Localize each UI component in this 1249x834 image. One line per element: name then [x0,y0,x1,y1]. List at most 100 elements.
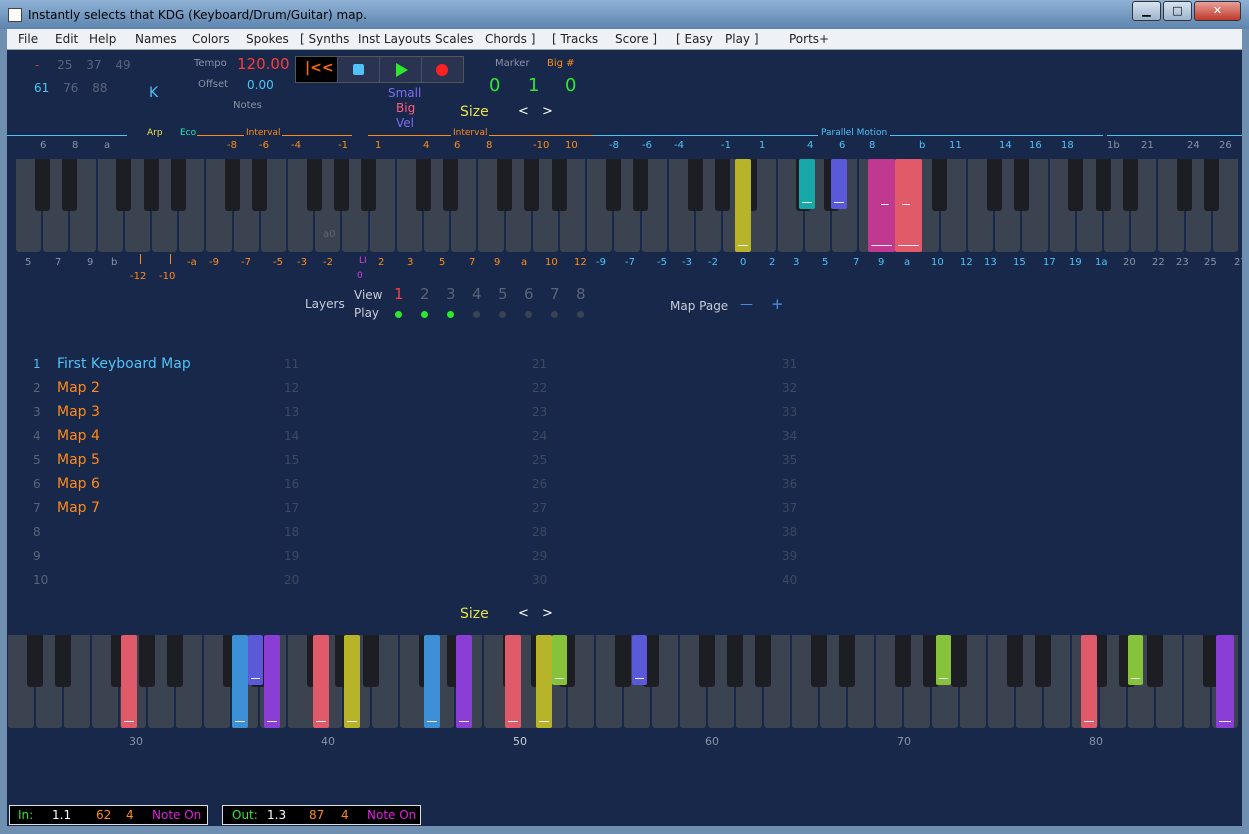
black-key[interactable] [1035,635,1051,687]
layer-play-indicator-4[interactable] [473,311,480,318]
map-number[interactable]: 24 [532,429,547,443]
layer-view-8[interactable]: 8 [576,285,586,303]
menu-item-score[interactable]: Score ] [615,32,657,46]
layer-play-indicator-1[interactable] [395,311,402,318]
map-number[interactable]: 17 [284,501,299,515]
size-small[interactable]: Small [388,86,421,100]
map-number[interactable]: 6 [33,477,41,491]
highlighted-key[interactable] [1128,635,1143,685]
highlighted-key[interactable] [121,635,137,728]
highlighted-key[interactable] [735,159,751,252]
black-key[interactable] [1177,159,1193,211]
highlighted-key[interactable] [936,635,951,685]
map-name[interactable]: Map 5 [57,452,100,468]
layer-view-3[interactable]: 3 [446,285,456,303]
map-number[interactable]: 34 [782,429,797,443]
black-key[interactable] [1147,635,1163,687]
black-key[interactable] [755,635,771,687]
map-number[interactable]: 26 [532,477,547,491]
lower-size-next[interactable]: > [542,606,553,621]
eco-label[interactable]: Eco [180,128,196,138]
highlighted-key[interactable] [505,635,521,728]
rewind-button[interactable]: |<< [296,57,338,82]
highlighted-key[interactable] [1081,635,1097,728]
black-key[interactable] [932,159,948,211]
map-number[interactable]: 37 [782,501,797,515]
highlighted-key[interactable] [536,635,552,728]
maximize-button[interactable]: □ [1163,1,1192,21]
menu-item-instlayouts[interactable]: Inst Layouts [358,32,431,46]
map-number[interactable]: 9 [33,549,41,563]
map-number[interactable]: 32 [782,381,797,395]
layer-view-1[interactable]: 1 [394,285,404,303]
size-big[interactable]: Big [396,101,415,115]
map-number[interactable]: 21 [532,357,547,371]
map-number[interactable]: 15 [284,453,299,467]
black-key[interactable] [524,159,540,211]
tempo-value[interactable]: 120.00 [237,55,290,73]
stop-button[interactable] [338,57,380,82]
size-vel[interactable]: Vel [396,116,414,130]
range-76[interactable]: 76 [63,81,78,95]
black-key[interactable] [139,635,155,687]
black-key[interactable] [951,635,967,687]
map-number[interactable]: 8 [33,525,41,539]
black-key[interactable] [167,635,183,687]
map-number[interactable]: 40 [782,573,797,587]
black-key[interactable] [714,159,730,211]
map-number[interactable]: 1 [33,357,41,371]
black-key[interactable] [1204,159,1220,211]
layer-view-6[interactable]: 6 [524,285,534,303]
map-number[interactable]: 36 [782,477,797,491]
map-number[interactable]: 25 [532,453,547,467]
map-page-plus[interactable]: + [771,295,784,313]
range-88[interactable]: 88 [92,81,107,95]
map-name[interactable]: Map 7 [57,500,100,516]
highlighted-key[interactable] [632,635,647,685]
record-button[interactable] [422,57,463,82]
layer-play-indicator-5[interactable] [499,311,506,318]
map-number[interactable]: 29 [532,549,547,563]
black-key[interactable] [633,159,649,211]
menu-item-ports+[interactable]: Ports+ [789,32,829,46]
range-61[interactable]: 61 [34,81,49,95]
marker-value-3[interactable]: 0 [565,75,576,96]
map-number[interactable]: 31 [782,357,797,371]
minimize-button[interactable]: ▁ [1132,1,1161,21]
black-key[interactable] [497,159,513,211]
highlighted-key[interactable] [313,635,329,728]
map-name[interactable]: Map 3 [57,404,100,420]
lower-keyboard[interactable] [8,635,1238,728]
black-key[interactable] [615,635,631,687]
offset-value[interactable]: 0.00 [247,78,274,92]
play-button[interactable] [380,57,422,82]
menu-item-names[interactable]: Names [135,32,177,46]
marker-value-2[interactable]: 1 [528,75,539,96]
marker-value-1[interactable]: 0 [489,75,500,96]
map-number[interactable]: 4 [33,429,41,443]
highlighted-key[interactable] [248,635,263,685]
layer-view-5[interactable]: 5 [498,285,508,303]
close-button[interactable]: ✕ [1194,1,1241,21]
map-number[interactable]: 33 [782,405,797,419]
black-key[interactable] [61,159,77,211]
black-key[interactable] [811,635,827,687]
highlighted-key[interactable] [232,635,248,728]
layer-play-indicator-2[interactable] [421,311,428,318]
black-key[interactable] [839,635,855,687]
layer-view-7[interactable]: 7 [550,285,560,303]
map-number[interactable]: 11 [284,357,299,371]
black-key[interactable] [1068,159,1084,211]
map-number[interactable]: 10 [33,573,48,587]
map-number[interactable]: 30 [532,573,547,587]
menu-item-easy[interactable]: [ Easy [676,32,713,46]
menu-item-synths[interactable]: [ Synths [300,32,349,46]
map-number[interactable]: 22 [532,381,547,395]
map-number[interactable]: 18 [284,525,299,539]
arp-label[interactable]: Arp [147,128,163,138]
highlighted-key[interactable] [799,159,815,209]
map-number[interactable]: 5 [33,453,41,467]
map-page-minus[interactable]: — [740,297,753,312]
menu-item-help[interactable]: Help [89,32,116,46]
map-number[interactable]: 20 [284,573,299,587]
